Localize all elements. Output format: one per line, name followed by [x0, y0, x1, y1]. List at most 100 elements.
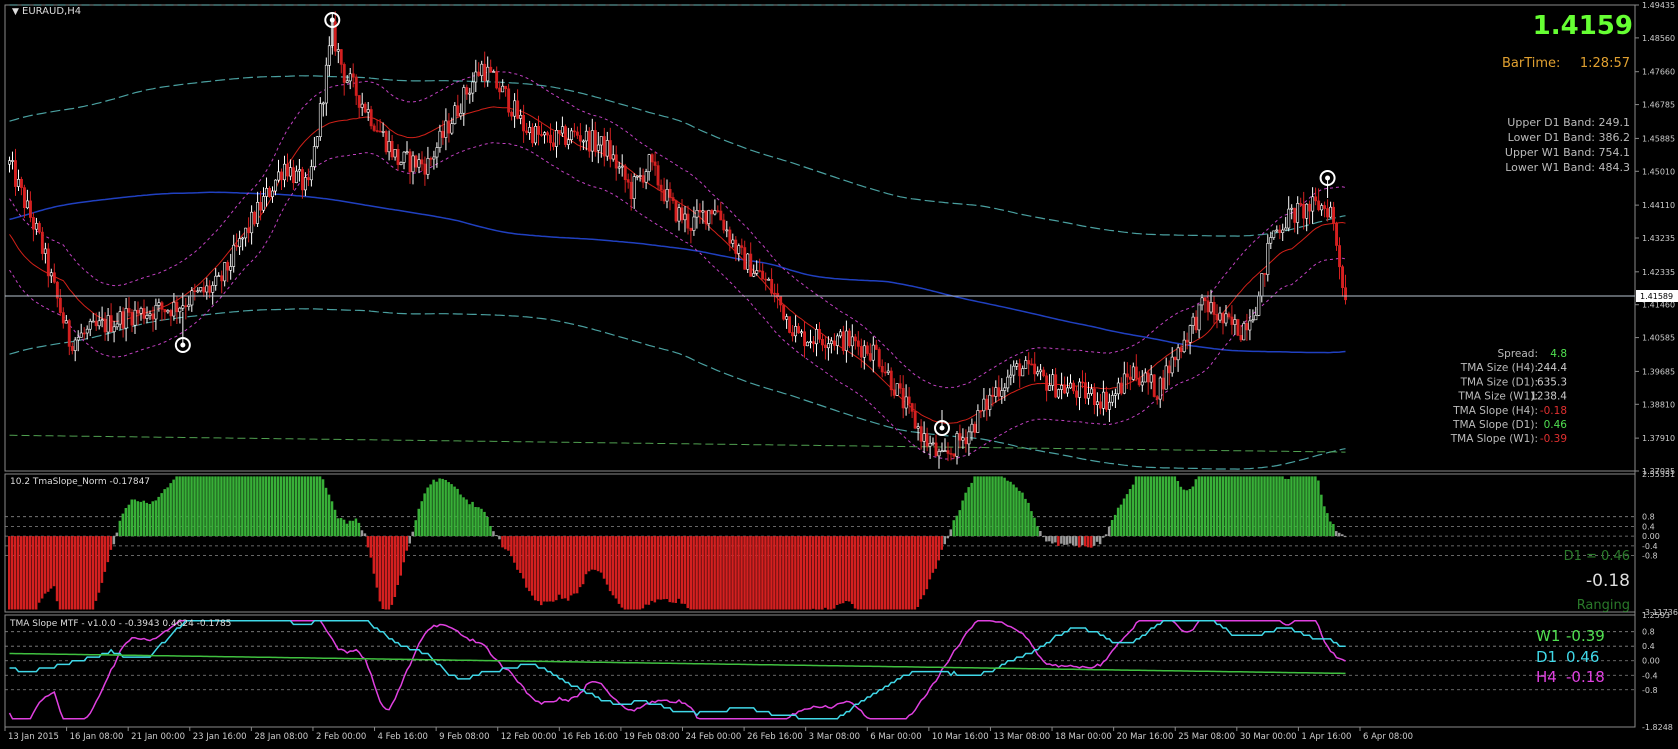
price-label: 1.39685	[1642, 367, 1675, 376]
candle-body	[1072, 382, 1076, 392]
candle-body	[363, 103, 367, 113]
slope-bar	[1341, 534, 1344, 537]
slope-bar	[8, 536, 11, 610]
candle-body	[462, 87, 466, 114]
candle-body	[513, 100, 517, 117]
slope-bar	[803, 536, 806, 610]
slope-bar	[755, 536, 758, 610]
slope-axis-label: 0.4	[1642, 522, 1655, 531]
candle-body	[70, 346, 74, 351]
slope-bar	[534, 536, 537, 601]
bartime-label: BarTime:	[1502, 56, 1560, 71]
candle-body	[309, 166, 313, 181]
slope-bar	[37, 536, 41, 603]
slope-bar	[291, 476, 295, 537]
candle-body	[743, 247, 747, 270]
candle-body	[1233, 319, 1237, 325]
candle-body	[731, 239, 735, 244]
candle-body	[1030, 363, 1034, 366]
slope-bar	[997, 476, 1000, 537]
slope-bar	[617, 536, 621, 604]
slope-bar	[58, 536, 62, 610]
slope-bar	[103, 536, 107, 572]
fractal-dot	[329, 17, 335, 23]
slope-bar	[668, 536, 671, 603]
candle-body	[1173, 356, 1177, 361]
slope-bar	[704, 536, 707, 610]
slope-bar	[686, 536, 689, 609]
candle-body	[1260, 273, 1264, 297]
candle-body	[202, 287, 206, 293]
slope-bar	[52, 536, 56, 587]
slope-bar	[528, 536, 531, 592]
slope-bar	[414, 520, 417, 537]
mtf-legend: W1 -0.39 D1 0.46 H4 -0.18	[1536, 627, 1605, 686]
candle-body	[820, 338, 824, 346]
candle-body	[1090, 388, 1093, 394]
candle-body	[1266, 243, 1270, 275]
slope-bar	[214, 476, 217, 537]
slope-bar	[635, 536, 639, 610]
slope-bar	[274, 476, 277, 537]
candle-body	[474, 71, 478, 83]
candle-body	[871, 344, 875, 361]
candle-body	[127, 308, 131, 313]
slope-bar	[1048, 536, 1051, 542]
candle-body	[746, 253, 750, 270]
candle-body	[37, 223, 41, 233]
chart-canvas[interactable]: ▼ EURAUD,H4 1.4159 BarTime: 1:28:57 Uppe…	[0, 0, 1678, 745]
candle-body	[874, 344, 878, 350]
slope-bar	[859, 536, 863, 610]
candle-body	[250, 211, 254, 234]
symbol-dropdown-icon[interactable]: ▼	[12, 7, 19, 17]
slope-bar	[163, 489, 166, 537]
slope-bar	[886, 536, 890, 610]
candle-body	[1015, 363, 1019, 367]
slope-bar	[1272, 476, 1275, 537]
slope-bar	[1284, 478, 1287, 537]
slope-bar	[97, 536, 101, 593]
candle-body	[976, 410, 980, 433]
slope-value-text: -0.18	[1586, 571, 1630, 591]
candle-body	[67, 320, 71, 347]
slope-bar	[1134, 476, 1138, 537]
slope-bar	[1209, 476, 1212, 537]
band-info-line: Lower W1 Band: 484.3	[1505, 161, 1630, 174]
slope-bar	[1057, 536, 1060, 546]
slope-bar	[931, 536, 935, 573]
slope-bar	[1155, 476, 1159, 537]
slope-bar	[336, 518, 340, 537]
candle-body	[1338, 245, 1342, 268]
candle-body	[49, 272, 53, 277]
candle-body	[1116, 382, 1120, 395]
candle-body	[1194, 316, 1198, 331]
candle-body	[468, 92, 472, 95]
slope-bar	[462, 497, 465, 537]
candle-body	[471, 81, 475, 94]
mtf-axis-label: 0.8	[1642, 628, 1655, 637]
candle-body	[303, 177, 307, 191]
candle-body	[665, 189, 669, 202]
slope-bar	[701, 536, 704, 610]
candle-body	[14, 160, 17, 187]
slope-bar	[749, 536, 752, 610]
slope-bar	[468, 504, 471, 537]
candle-body	[584, 130, 588, 142]
candle-body	[599, 136, 603, 146]
slope-bar	[1296, 476, 1299, 537]
candle-body	[800, 331, 804, 334]
mtf-h4-value: -0.18	[1566, 668, 1605, 686]
slope-bar	[375, 536, 379, 588]
mt4-chart-window: ▼ EURAUD,H4 1.4159 BarTime: 1:28:57 Uppe…	[0, 0, 1678, 745]
candle-body	[1099, 401, 1102, 409]
stat-label: TMA Size (H4):	[1460, 362, 1538, 374]
slope-bar	[581, 536, 585, 585]
mtf-axis-label: 1.2593	[1642, 611, 1670, 620]
slope-bar	[411, 531, 414, 537]
slope-bar	[423, 493, 426, 537]
candle-body	[393, 149, 397, 158]
candle-body	[8, 160, 11, 165]
slope-bar	[913, 536, 917, 610]
candle-body	[680, 207, 684, 221]
candle-body	[214, 275, 218, 286]
